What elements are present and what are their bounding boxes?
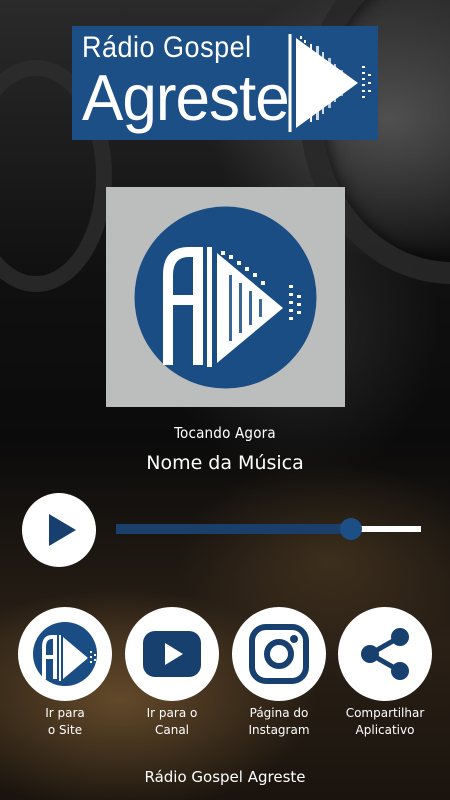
banner-line1: Rádio Gospel [82, 30, 252, 64]
now-playing-label: Tocando Agora [174, 424, 276, 442]
share-app-button[interactable]: Compartilhar Aplicativo [338, 607, 432, 739]
instagram-page-button[interactable]: Página do Instagram [232, 607, 326, 739]
action-buttons: Ir para o Site Ir para o Canal Página do… [0, 607, 450, 747]
radio-logo-icon [33, 622, 97, 686]
go-to-site-label: Ir para o Site [18, 705, 112, 739]
label-line1: Página do [249, 706, 309, 720]
instagram-icon [249, 624, 309, 684]
go-to-channel-button[interactable]: Ir para o Canal [125, 607, 219, 739]
label-line2: Instagram [248, 723, 310, 737]
song-title: Nome da Música [146, 452, 304, 474]
play-mark-icon [288, 34, 371, 132]
go-to-channel-label: Ir para o Canal [125, 705, 219, 739]
play-button[interactable] [22, 493, 96, 567]
label-line1: Ir para o [146, 706, 198, 720]
volume-slider[interactable] [116, 518, 421, 540]
label-line2: Aplicativo [355, 723, 415, 737]
instagram-page-label: Página do Instagram [232, 705, 326, 739]
banner-line2: Agreste [82, 62, 290, 135]
go-to-site-circle[interactable] [18, 607, 112, 701]
album-art [106, 187, 345, 407]
label-line1: Ir para [45, 706, 85, 720]
play-icon [49, 514, 76, 546]
youtube-icon [143, 631, 201, 677]
slider-fill [116, 524, 351, 534]
footer-station-name: Rádio Gospel Agreste [144, 768, 306, 786]
label-line2: Canal [154, 723, 190, 737]
station-logo-banner: Rádio Gospel Agreste [72, 26, 378, 140]
label-line1: Compartilhar [345, 706, 425, 720]
radio-logo-icon [134, 206, 317, 389]
instagram-page-circle[interactable] [232, 607, 326, 701]
label-line2: o Site [47, 723, 83, 737]
slider-thumb[interactable] [339, 518, 362, 540]
share-icon [361, 628, 409, 680]
go-to-channel-circle[interactable] [125, 607, 219, 701]
go-to-site-button[interactable]: Ir para o Site [18, 607, 112, 739]
share-app-circle[interactable] [338, 607, 432, 701]
share-app-label: Compartilhar Aplicativo [338, 705, 432, 739]
